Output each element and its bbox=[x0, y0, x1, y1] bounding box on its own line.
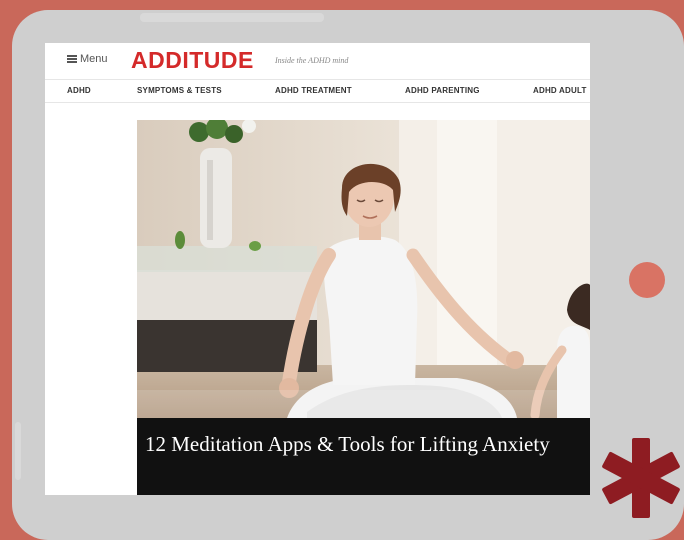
hamburger-icon bbox=[67, 55, 77, 63]
tablet-volume-button bbox=[15, 422, 21, 480]
nav-item-adhd-treatment[interactable]: ADHD TREATMENT bbox=[275, 86, 352, 95]
menu-label: Menu bbox=[80, 53, 108, 65]
article-title[interactable]: 12 Meditation Apps & Tools for Lifting A… bbox=[145, 430, 590, 459]
nav-item-symptoms-tests[interactable]: SYMPTOMS & TESTS bbox=[137, 86, 222, 95]
main-nav: ADHD SYMPTOMS & TESTS ADHD TREATMENT ADH… bbox=[45, 79, 590, 103]
tablet-power-button bbox=[140, 13, 324, 22]
article-hero-image[interactable] bbox=[137, 120, 590, 418]
site-logo[interactable]: ADDITUDE bbox=[131, 47, 254, 74]
site-tagline: Inside the ADHD mind bbox=[275, 56, 349, 65]
tablet-screen: Menu ADDITUDE Inside the ADHD mind ADHD … bbox=[45, 43, 590, 495]
nav-item-adhd[interactable]: ADHD bbox=[67, 86, 91, 95]
nav-item-adhd-parenting[interactable]: ADHD PARENTING bbox=[405, 86, 480, 95]
asterisk-icon bbox=[602, 438, 680, 518]
nav-item-adhd-adult[interactable]: ADHD ADULT bbox=[533, 86, 587, 95]
meditation-photo bbox=[137, 120, 590, 418]
menu-button[interactable]: Menu bbox=[67, 53, 108, 65]
site-header: Menu ADDITUDE Inside the ADHD mind bbox=[45, 43, 590, 79]
tablet-home-button[interactable] bbox=[629, 262, 665, 298]
article-title-block[interactable]: 12 Meditation Apps & Tools for Lifting A… bbox=[137, 418, 590, 495]
